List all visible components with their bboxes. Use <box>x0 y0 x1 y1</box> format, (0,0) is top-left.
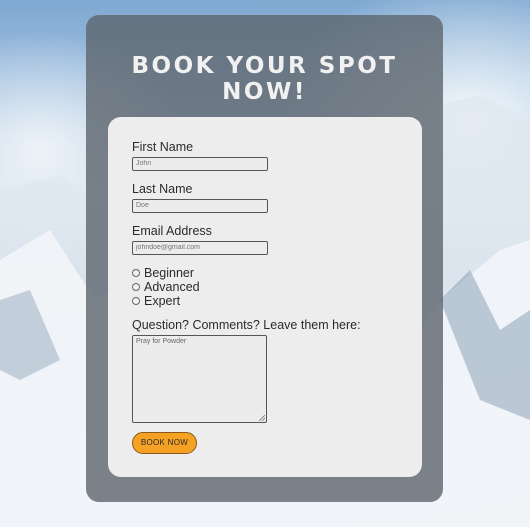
radio-button[interactable] <box>132 297 140 305</box>
first-name-label: First Name <box>132 140 194 154</box>
level-option-beginner[interactable]: Beginner <box>132 266 194 280</box>
book-now-button[interactable]: BOOK NOW <box>132 432 197 454</box>
radio-button[interactable] <box>132 283 140 291</box>
comments-placeholder: Pray for Powder <box>136 338 187 345</box>
comments-label: Question? Comments? Leave them here: <box>132 318 361 332</box>
radio-label: Advanced <box>144 280 200 294</box>
comments-textarea[interactable]: Pray for Powder <box>132 335 267 423</box>
level-option-expert[interactable]: Expert <box>132 294 180 308</box>
page-title: BOOK YOUR SPOT NOW! <box>131 53 398 105</box>
level-option-advanced[interactable]: Advanced <box>132 280 200 294</box>
email-label: Email Address <box>132 224 212 238</box>
radio-label: Beginner <box>144 266 195 280</box>
radio-button[interactable] <box>132 269 140 277</box>
last-name-label: Last Name <box>132 182 193 196</box>
booking-form: First Name Last Name Email Address Begin… <box>108 117 422 477</box>
radio-label: Expert <box>144 294 181 308</box>
email-input[interactable] <box>132 241 268 255</box>
resize-grip-icon[interactable] <box>259 415 265 421</box>
first-name-input[interactable] <box>132 157 268 171</box>
last-name-input[interactable] <box>132 199 268 213</box>
